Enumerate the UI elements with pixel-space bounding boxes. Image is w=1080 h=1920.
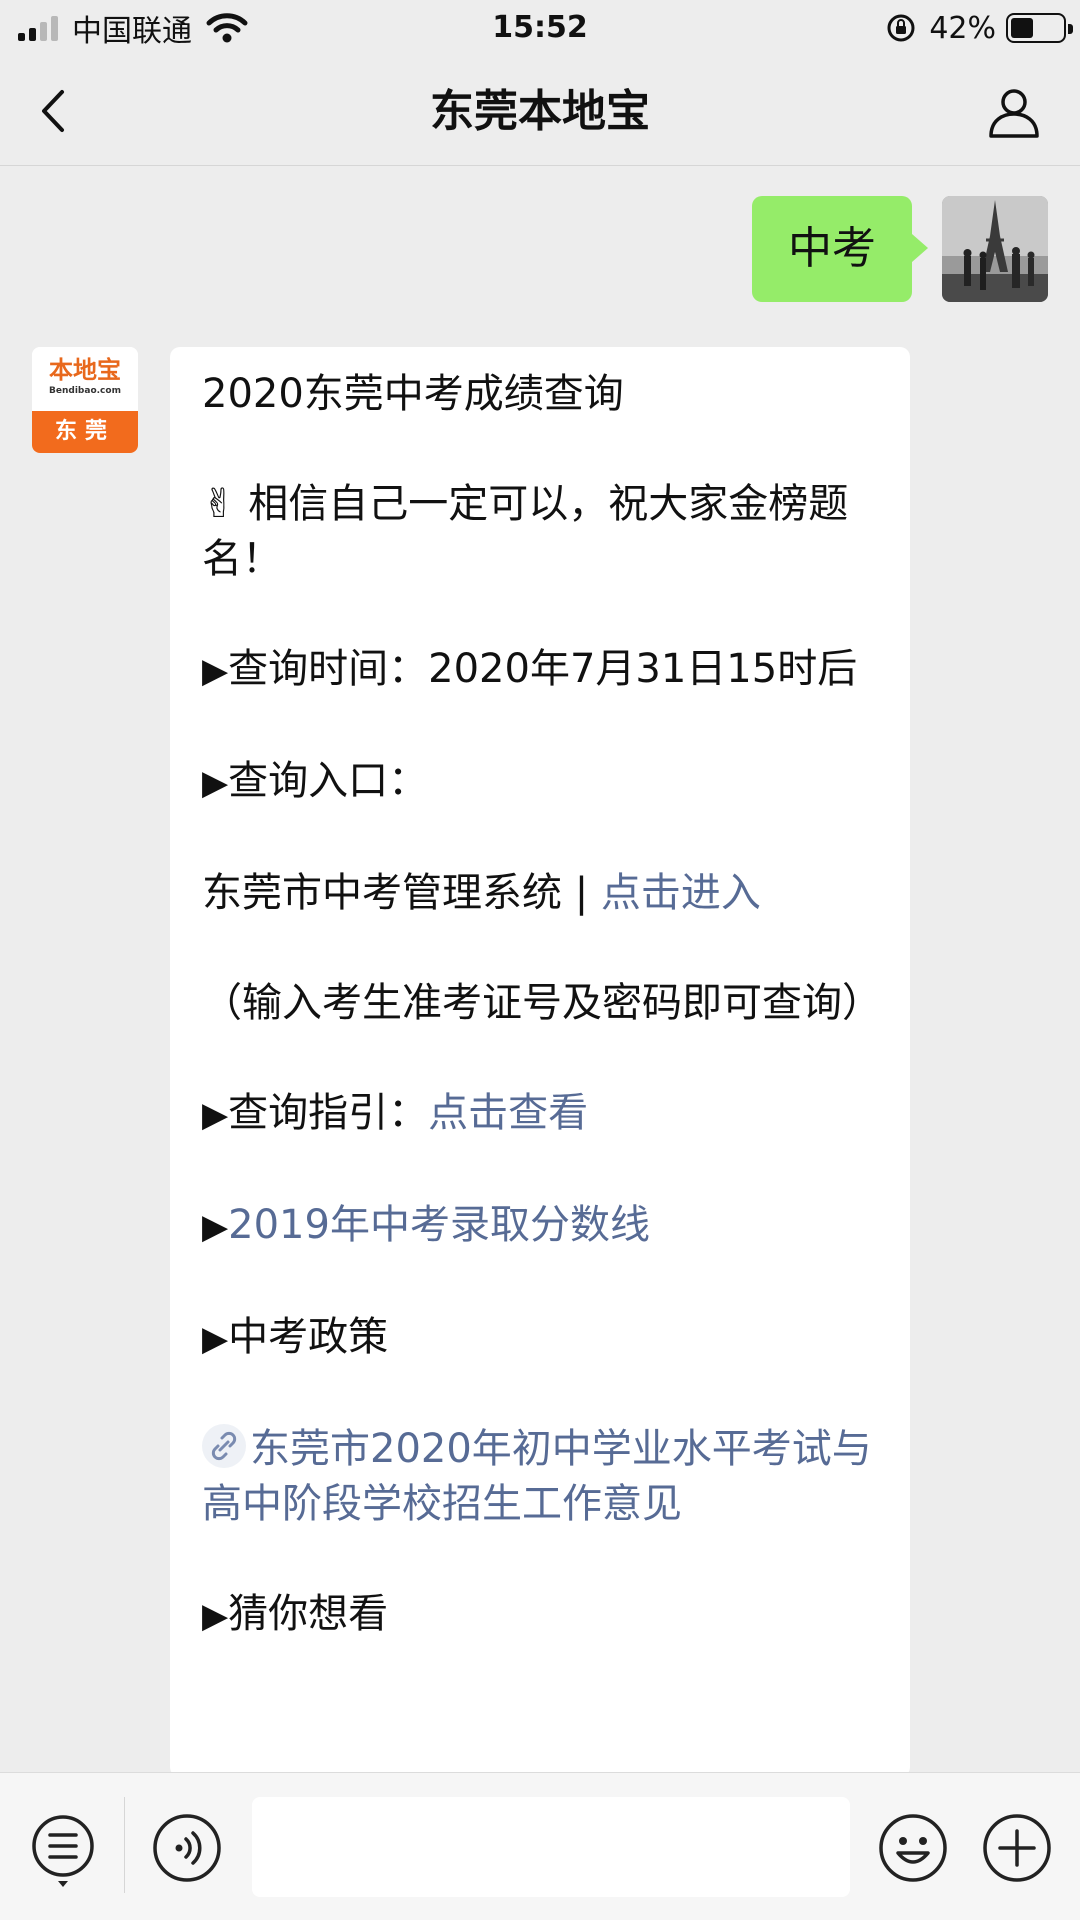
message-input[interactable]: [252, 1797, 850, 1897]
system-name: 东莞市中考管理系统 |: [202, 870, 601, 916]
rotation-lock-icon: [887, 14, 915, 42]
battery-icon: [1006, 13, 1073, 43]
score-line-link[interactable]: 2019年中考录取分数线: [228, 1202, 650, 1248]
plus-icon[interactable]: [982, 1813, 1052, 1883]
guess-label: 猜你想看: [228, 1591, 389, 1637]
battery-percentage: 42%: [929, 10, 996, 46]
query-entry-line: ▶查询入口：: [202, 754, 880, 811]
avatar-site: Bendibao.com: [49, 386, 121, 396]
reply-title: 2020东莞中考成绩查询: [202, 371, 624, 417]
received-message-bubble: 2020东莞中考成绩查询 ✌ 相信自己一定可以，祝大家金榜题名！ ▶查询时间：2…: [170, 347, 910, 1777]
profile-icon[interactable]: [986, 84, 1042, 140]
arrow-icon: ▶: [202, 651, 229, 691]
guide-link[interactable]: 点击查看: [428, 1090, 588, 1136]
victory-hand-emoji: ✌: [202, 481, 236, 527]
status-bar: 中国联通 15:52 42%: [0, 0, 1080, 56]
avatar-logo: 本地宝 Bendibao.com: [32, 347, 138, 411]
user-avatar[interactable]: [942, 196, 1048, 302]
guide-label: 查询指引：: [228, 1090, 429, 1136]
guide-line: ▶查询指引：点击查看: [202, 1086, 880, 1143]
link-icon: [202, 1424, 246, 1468]
policy-link-line[interactable]: 东莞市2020年初中学业水平考试与高中阶段学校招生工作意见: [202, 1422, 880, 1532]
policy-link[interactable]: 东莞市2020年初中学业水平考试与高中阶段学校招生工作意见: [202, 1426, 872, 1527]
arrow-icon: ▶: [202, 763, 229, 803]
menu-icon[interactable]: [30, 1813, 96, 1889]
guess-line: ▶猜你想看: [202, 1587, 880, 1644]
query-time-line: ▶查询时间：2020年7月31日15时后: [202, 642, 880, 699]
policy-label: 中考政策: [228, 1314, 389, 1360]
system-note: （输入考生准考证号及密码即可查询）: [202, 980, 882, 1026]
reply-wish-line: ✌ 相信自己一定可以，祝大家金榜题名！: [202, 477, 880, 587]
chat-title: 东莞本地宝: [430, 86, 650, 137]
query-time-value: 2020年7月31日15时后: [428, 646, 858, 692]
score-line-item: ▶2019年中考录取分数线: [202, 1198, 880, 1255]
policy-line: ▶中考政策: [202, 1310, 880, 1367]
divider: [124, 1797, 125, 1893]
input-bar: [0, 1772, 1080, 1920]
avatar-city: 东莞: [32, 411, 138, 453]
system-line: 东莞市中考管理系统 | 点击进入: [202, 866, 880, 921]
arrow-icon: ▶: [202, 1319, 229, 1359]
query-time-label: 查询时间：: [228, 646, 429, 692]
status-right: 42%: [885, 8, 1073, 48]
query-entry-label: 查询入口：: [228, 758, 429, 804]
avatar-brand: 本地宝: [49, 355, 121, 384]
arrow-icon: ▶: [202, 1207, 229, 1247]
arrow-icon: ▶: [202, 1095, 229, 1135]
bot-avatar[interactable]: 本地宝 Bendibao.com 东莞: [32, 347, 138, 453]
system-entry-link[interactable]: 点击进入: [601, 870, 761, 916]
reply-wish: 相信自己一定可以，祝大家金榜题名！: [202, 481, 849, 582]
voice-icon[interactable]: [152, 1813, 222, 1883]
sent-message-bubble[interactable]: 中考: [752, 196, 928, 302]
nav-bar: 东莞本地宝: [0, 56, 1080, 166]
arrow-icon: ▶: [202, 1596, 229, 1636]
emoji-icon[interactable]: [878, 1813, 948, 1883]
